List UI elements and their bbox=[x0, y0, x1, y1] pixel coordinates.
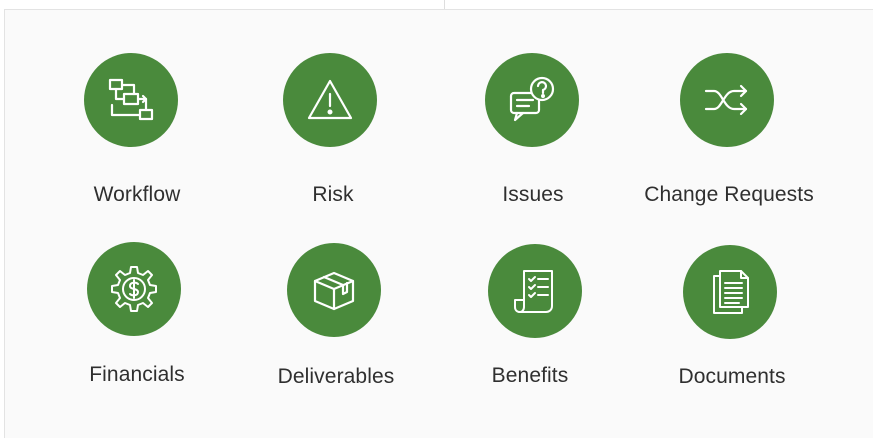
tile-financials-label: Financials bbox=[89, 363, 185, 386]
page: Workflow Risk Issues Change Requests Fin… bbox=[0, 0, 873, 438]
tile-workflow-label: Workflow bbox=[93, 183, 181, 206]
workflow-icon bbox=[84, 53, 178, 147]
tile-benefits-label: Benefits bbox=[491, 364, 569, 387]
tile-change-requests-label: Change Requests bbox=[644, 183, 814, 206]
tile-documents-label: Documents bbox=[678, 365, 786, 388]
question-chat-icon bbox=[485, 53, 579, 147]
tile-issues-label: Issues bbox=[502, 183, 564, 206]
shuffle-icon bbox=[680, 53, 774, 147]
tile-change-requests[interactable]: Change Requests bbox=[629, 48, 829, 218]
tile-deliverables[interactable]: Deliverables bbox=[236, 242, 436, 412]
tile-workflow[interactable]: Workflow bbox=[37, 48, 237, 218]
module-tiles-panel: Workflow Risk Issues Change Requests Fin… bbox=[4, 9, 873, 438]
tile-benefits[interactable]: Benefits bbox=[430, 242, 630, 412]
tile-issues[interactable]: Issues bbox=[433, 48, 633, 218]
tile-financials[interactable]: Financials bbox=[37, 242, 237, 412]
checklist-icon bbox=[488, 244, 582, 338]
tile-deliverables-label: Deliverables bbox=[277, 365, 395, 388]
tile-risk-label: Risk bbox=[312, 183, 354, 206]
dollar-gear-icon bbox=[87, 242, 181, 336]
warning-icon bbox=[283, 53, 377, 147]
tile-documents[interactable]: Documents bbox=[632, 242, 832, 412]
top-divider bbox=[444, 0, 445, 9]
package-icon bbox=[287, 243, 381, 337]
tile-risk[interactable]: Risk bbox=[233, 48, 433, 218]
documents-icon bbox=[683, 245, 777, 339]
